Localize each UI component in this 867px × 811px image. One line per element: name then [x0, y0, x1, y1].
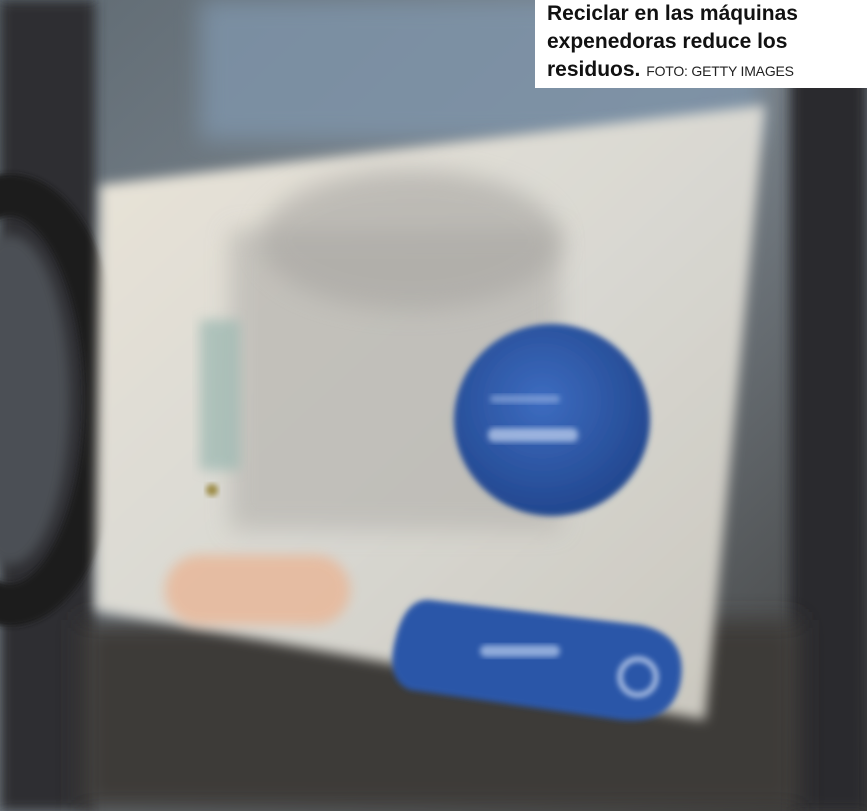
photo-caption: Reciclar en las máquinas expenedoras red… — [547, 0, 861, 85]
photo-credit: FOTO: GETTY IMAGES — [646, 63, 794, 79]
photo-caption-box: Reciclar en las máquinas expenedoras red… — [535, 0, 867, 88]
vending-machine-screen-photo — [0, 0, 867, 811]
